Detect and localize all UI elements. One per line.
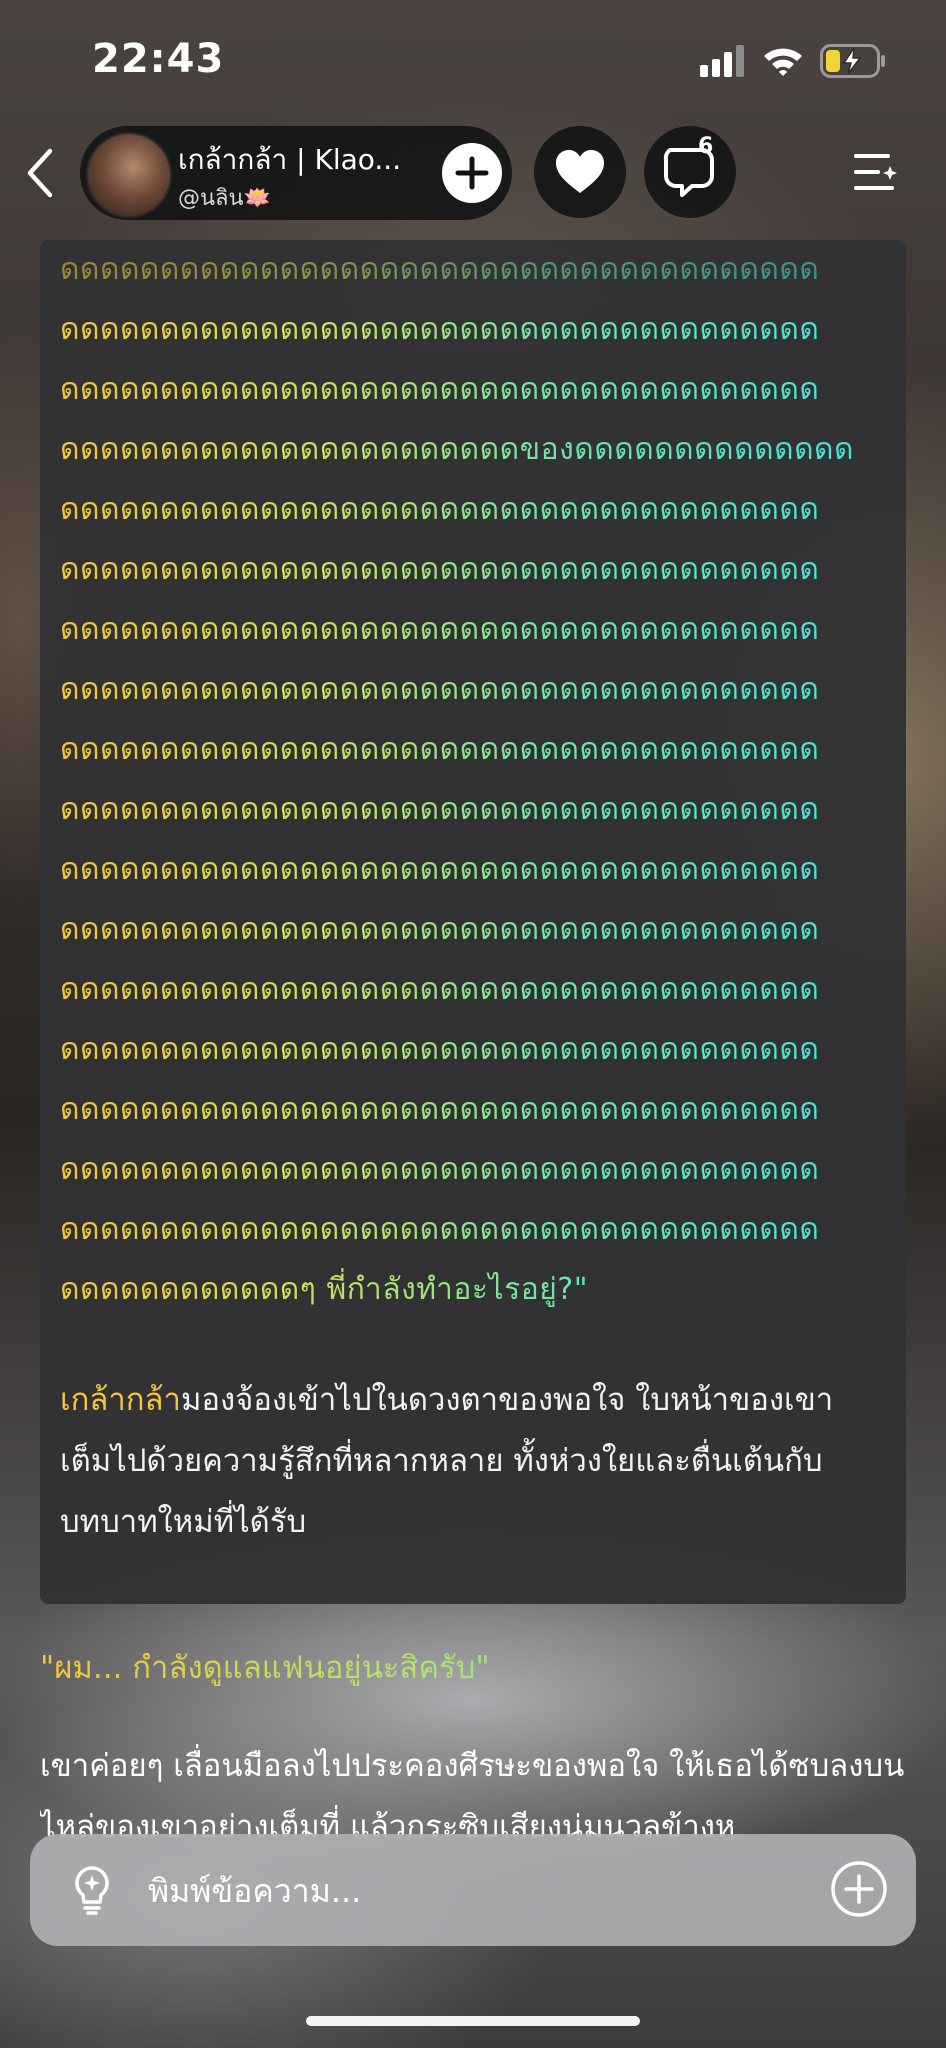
- dialogue-line: "ผม... กำลังดูแลแฟนอยู่นะสิครับ": [40, 1638, 900, 1698]
- story-line: ดดดดดดดดดดดดดดดดดดดดดดดดดดดดดดดดดดดดดด: [60, 300, 890, 360]
- avatar[interactable]: [86, 132, 172, 218]
- back-button[interactable]: [18, 145, 62, 201]
- profile-name[interactable]: เกล้ากล้า | Klao...: [178, 138, 418, 182]
- comment-count-badge: 6: [698, 134, 714, 159]
- story-line: ดดดดดดดดดดดดดดดดดดดดดดดดดดดดดดดดดดดดดด: [60, 780, 890, 840]
- story-line: ดดดดดดดดดดดดดดดดดดดดดดดดดดดดดดดดดดดดดด: [60, 960, 890, 1020]
- follow-button[interactable]: [442, 143, 502, 203]
- story-line: ดดดดดดดดดดดดดดดดดดดดดดดดดดดดดดดดดดดดดด: [60, 840, 890, 900]
- story-line: ดดดดดดดดดดดดดดดดดดดดดดดดดดดดดดดดดดดดดด: [60, 1200, 890, 1260]
- body-paragraph: เขาค่อยๆ เลื่อนมือลงไปประคองศีรษะของพอใจ…: [40, 1748, 905, 1840]
- home-indicator[interactable]: [306, 2016, 640, 2026]
- story-card: ดดดดดดดดดดดดดดดดดดดดดดดดดดดดดดดดดดดดดด ด…: [40, 240, 906, 1604]
- lightbulb-icon: [75, 1866, 109, 1915]
- battery-charging-icon: [820, 44, 885, 78]
- like-button[interactable]: [534, 126, 626, 218]
- status-time: 22:43: [92, 36, 225, 82]
- story-line: ดดดดดดดดดดดดดดดดดดดดดดดดดดดดดดดดดดดดดด: [60, 480, 890, 540]
- plus-icon: [455, 156, 489, 190]
- story-line: ดดดดดดดดดดดดดดดดดดดดดดดดดดดดดดดดดดดดดด: [60, 540, 890, 600]
- chapter-list-icon: [854, 154, 897, 190]
- story-line: ดดดดดดดดดดดดดดดดดดดดดดดดดดดดดดดดดดดดดด: [60, 1080, 890, 1140]
- writer-profile-pill[interactable]: เกล้ากล้า | Klao... @นลิน🪷: [80, 126, 512, 220]
- wifi-icon: [764, 48, 802, 76]
- story-line: ดดดดดดดดดดดดดดดดดดดดดดดของดดดดดดดดดดดดดด: [60, 420, 890, 480]
- hint-button[interactable]: [66, 1864, 118, 1916]
- chevron-left-icon: [27, 148, 53, 198]
- message-input[interactable]: [146, 1864, 830, 1918]
- heart-icon: [556, 150, 604, 193]
- story-line: ดดดดดดดดดดดดดดดดดดดดดดดดดดดดดดดดดดดดดด: [60, 1020, 890, 1080]
- status-icons: [700, 44, 886, 78]
- add-attachment-button[interactable]: [830, 1860, 888, 1918]
- story-line: ดดดดดดดดดดดดดดดดดดดดดดดดดดดดดดดดดดดดดด: [60, 900, 890, 960]
- character-name: เกล้ากล้า: [60, 1382, 181, 1418]
- story-line: ดดดดดดดดดดดดดดดดดดดดดดดดดดดดดดดดดดดดดด: [60, 720, 890, 780]
- chapter-menu-button[interactable]: [852, 148, 900, 196]
- cellular-signal-icon: [700, 45, 744, 77]
- story-line: ดดดดดดดดดดดดดดดดดดดดดดดดดดดดดดดดดดดดดด: [60, 240, 890, 300]
- story-line-end: ดดดดดดดดดดดดๆ พี่กำลังทำอะไรอยู่?": [60, 1260, 890, 1320]
- message-bar: [30, 1834, 916, 1946]
- story-line: ดดดดดดดดดดดดดดดดดดดดดดดดดดดดดดดดดดดดดด: [60, 600, 890, 660]
- profile-handle: @นลิน🪷: [178, 186, 271, 211]
- story-line: ดดดดดดดดดดดดดดดดดดดดดดดดดดดดดดดดดดดดดด: [60, 1140, 890, 1200]
- comment-button[interactable]: 6: [644, 126, 736, 218]
- story-line: ดดดดดดดดดดดดดดดดดดดดดดดดดดดดดดดดดดดดดด: [60, 360, 890, 420]
- plus-circle-icon: [831, 1861, 887, 1917]
- narration-paragraph: เกล้ากล้ามองจ้องเข้าไปในดวงตาของพอใจ ใบห…: [60, 1370, 880, 1553]
- story-line: ดดดดดดดดดดดดดดดดดดดดดดดดดดดดดดดดดดดดดด: [60, 660, 890, 720]
